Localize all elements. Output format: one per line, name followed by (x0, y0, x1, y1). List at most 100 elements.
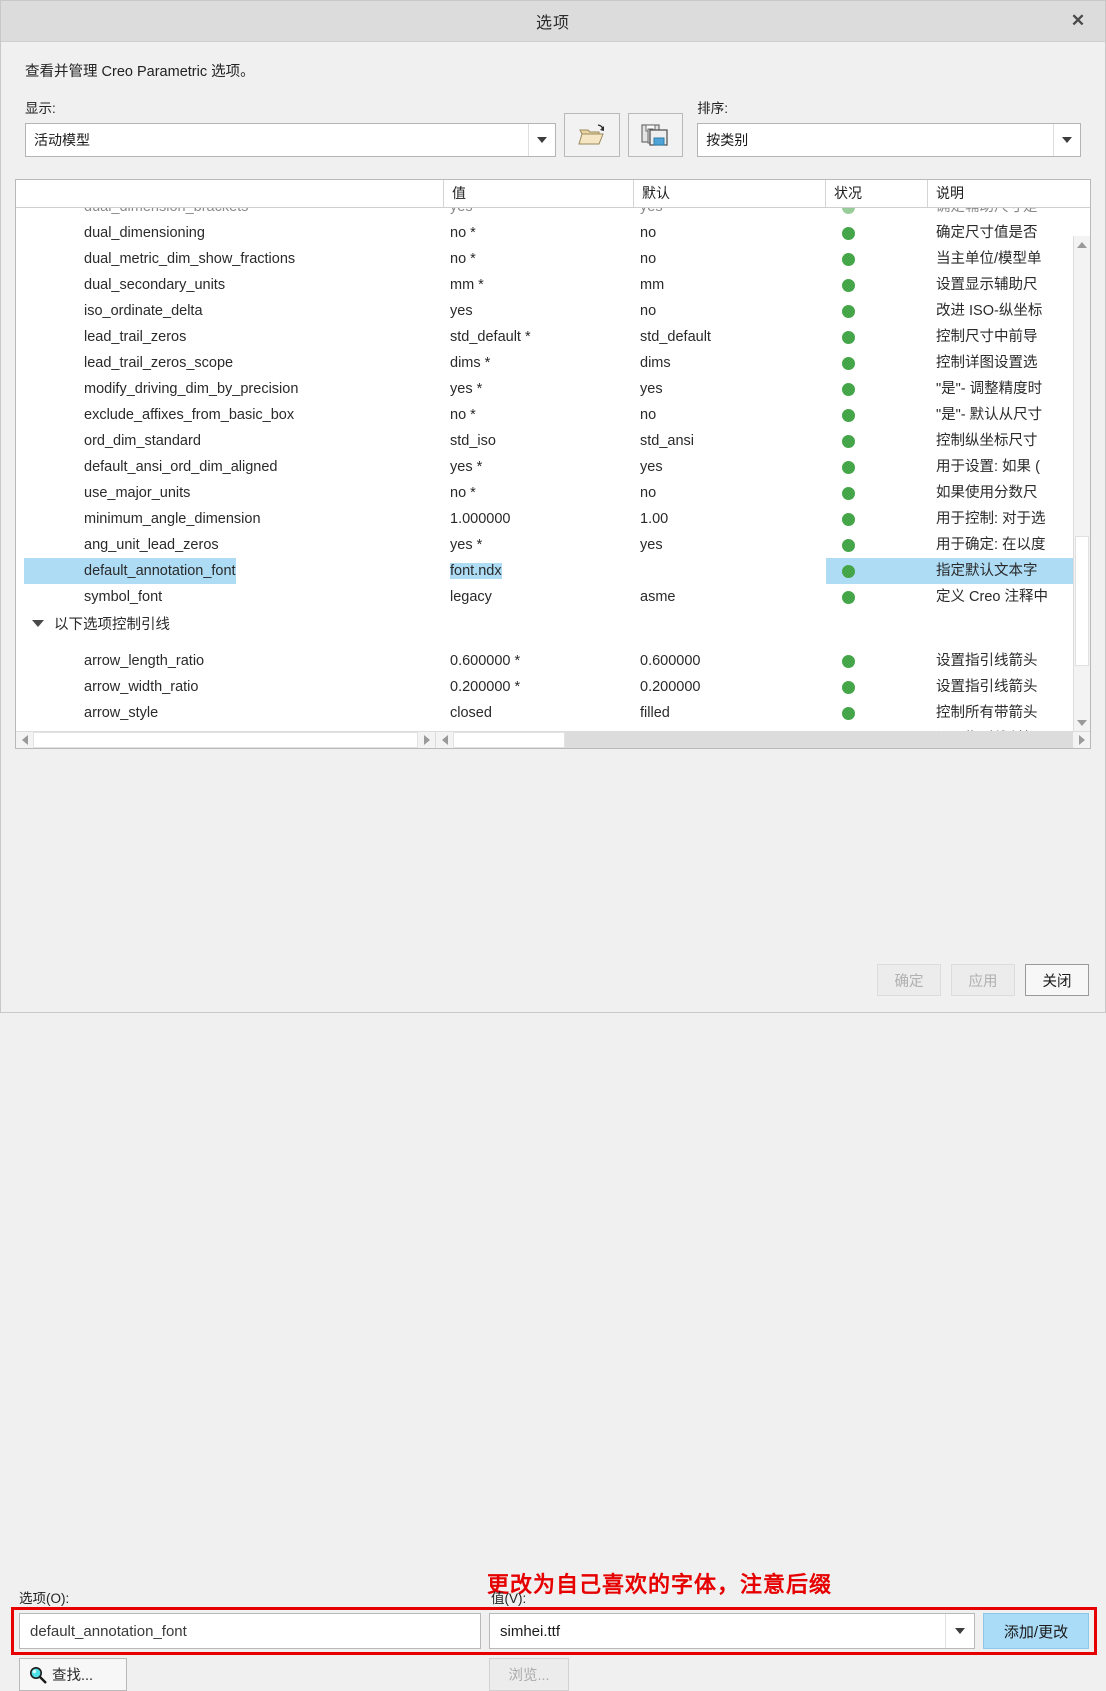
browse-button: 浏览... (489, 1658, 569, 1691)
save-floppy-icon[interactable] (627, 113, 684, 157)
column-header-status[interactable]: 状况 (826, 180, 928, 207)
h-track-left[interactable] (33, 732, 418, 748)
table-row[interactable]: arrow_length_ratio 0.600000 * 0.600000 设置指引… (16, 648, 1090, 674)
cell-description: 设置显示辅助尺 (936, 277, 1038, 293)
status-ok-icon (842, 538, 855, 552)
column-header-name[interactable] (16, 180, 444, 207)
cell-option-name: dual_dimensioning (84, 225, 205, 241)
cell-status (826, 350, 928, 376)
cell-value: std_iso (450, 433, 496, 449)
cell-default: std_default (640, 329, 711, 345)
cell-status (826, 324, 928, 350)
table-row[interactable]: dual_metric_dim_show_fractions no * no 当主单位… (16, 246, 1090, 272)
table-row[interactable]: default_ansi_ord_dim_aligned yes * yes 用于设置… (16, 454, 1090, 480)
options-table: 值 默认 状况 说明 dual_dimension_bracketsyesyes… (15, 179, 1091, 749)
sort-label: 排序: (697, 101, 729, 116)
cell-value: 0.200000 * (450, 679, 521, 695)
table-row[interactable]: arrow_style closed filled 控制所有带箭头 (16, 700, 1090, 726)
ok-button: 确定 (877, 964, 941, 996)
table-row[interactable]: dual_dimension_bracketsyesyes确定辅助尺寸是 (16, 208, 1090, 220)
cell-default: 0.200000 (640, 679, 701, 695)
horizontal-scrollbar-left[interactable] (16, 732, 436, 748)
horizontal-scrollbar-right[interactable] (436, 732, 1090, 748)
status-ok-icon (842, 356, 855, 370)
dialog-subtitle: 查看并管理 Creo Parametric 选项。 (25, 64, 255, 80)
cell-description: 用于设置: 如果 ( (936, 459, 1040, 475)
scroll-up-icon[interactable] (1074, 236, 1090, 253)
table-row[interactable]: dual_dimensioning no * no 确定尺寸值是否 (16, 220, 1090, 246)
table-row[interactable]: modify_driving_dim_by_precision yes * yes "… (16, 376, 1090, 402)
open-folder-icon[interactable] (563, 113, 620, 157)
cell-default: mm (640, 277, 665, 293)
filter-toolbar: 显示: 活动模型 排序: 按类别 (1, 95, 1105, 157)
add-change-button[interactable]: 添加/更改 (983, 1613, 1089, 1649)
find-button[interactable]: 查找... (19, 1658, 127, 1691)
table-row[interactable]: exclude_affixes_from_basic_box no * no "是"-… (16, 402, 1090, 428)
cell-value: mm * (450, 277, 484, 293)
save-floppy-glyph (641, 124, 669, 146)
value-dropdown[interactable]: simhei.ttf (489, 1613, 975, 1649)
cell-option-name: ang_unit_lead_zeros (84, 537, 219, 553)
close-icon[interactable]: ✕ (1051, 1, 1105, 40)
option-input[interactable]: default_annotation_font (19, 1613, 481, 1649)
value-label: 值(V): (491, 1591, 527, 1606)
cell-description: 确定尺寸值是否 (936, 225, 1038, 241)
cell-value: no * (450, 225, 476, 241)
scroll-right-icon[interactable] (1073, 732, 1090, 748)
status-ok-icon (842, 460, 855, 474)
cell-description: 定义 Creo 注释中 (936, 589, 1048, 605)
cell-description: "是"- 默认从尺寸 (936, 407, 1043, 423)
close-button[interactable]: 关闭 (1025, 964, 1089, 996)
table-row[interactable]: arrow_width_ratio 0.200000 * 0.200000 设置指引线… (16, 674, 1090, 700)
h-track-right[interactable] (453, 732, 1073, 748)
table-row[interactable]: ang_unit_lead_zeros yes * yes 用于确定: 在以度 (16, 532, 1090, 558)
vertical-scroll-thumb[interactable] (1075, 536, 1089, 666)
cell-option-name: modify_driving_dim_by_precision (84, 381, 299, 397)
column-header-description[interactable]: 说明 (928, 180, 1076, 207)
options-dialog: 选项 ✕ 查看并管理 Creo Parametric 选项。 显示: 活动模型 (0, 0, 1106, 1691)
sort-field-group: 排序: 按类别 (697, 97, 1082, 157)
h-thumb-right[interactable] (453, 732, 565, 748)
cell-option-name: dual_dimension_brackets (16, 208, 444, 220)
chevron-down-icon[interactable] (527, 124, 555, 156)
scroll-down-icon[interactable] (1074, 714, 1090, 731)
vertical-scrollbar[interactable] (1073, 236, 1090, 731)
triangle-down-icon[interactable] (32, 619, 44, 627)
group-header-row[interactable]: 以下选项控制引线 (16, 610, 1090, 636)
table-row[interactable]: use_major_units no * no 如果使用分数尺 (16, 480, 1090, 506)
cell-value: yes (450, 303, 473, 319)
cell-default: yes (640, 381, 663, 397)
editor-area: 更改为自己喜欢的字体，注意后缀 选项(O): 值(V): default_ann… (1, 755, 1105, 1691)
scroll-right-icon[interactable] (418, 732, 435, 748)
table-row[interactable]: dual_secondary_units mm * mm 设置显示辅助尺 (16, 272, 1090, 298)
cell-option-name: ord_dim_standard (84, 433, 201, 449)
cell-default: filled (640, 705, 670, 721)
cell-status (826, 480, 928, 506)
table-row[interactable]: default_annotation_font font.ndx 指定默认文本字 (16, 558, 1090, 584)
chevron-down-icon[interactable] (945, 1614, 974, 1648)
scroll-left-icon[interactable] (16, 732, 33, 748)
cell-value: yes * (450, 537, 483, 553)
table-row[interactable]: lead_trail_zeros std_default * std_default… (16, 324, 1090, 350)
status-ok-icon (842, 590, 855, 604)
table-row[interactable]: minimum_angle_dimension 1.000000 1.00 用于控制:… (16, 506, 1090, 532)
value-input[interactable]: simhei.ttf (490, 1623, 945, 1640)
table-row[interactable]: ord_dim_standard std_iso std_ansi 控制纵坐标尺寸 (16, 428, 1090, 454)
cell-option-name: dual_metric_dim_show_fractions (84, 251, 296, 267)
chevron-down-icon[interactable] (1053, 124, 1081, 156)
open-folder-glyph (578, 124, 604, 145)
cell-default (634, 558, 826, 584)
status-ok-icon (842, 208, 855, 214)
column-header-value[interactable]: 值 (444, 180, 634, 207)
table-row[interactable]: symbol_font legacy asme 定义 Creo 注释中 (16, 584, 1090, 610)
table-row[interactable]: lead_trail_zeros_scope dims * dims 控制详图设置选 (16, 350, 1090, 376)
cell-value: no * (450, 407, 476, 423)
cell-option-name: lead_trail_zeros (84, 329, 187, 345)
column-header-default[interactable]: 默认 (634, 180, 826, 207)
scroll-left-icon[interactable] (436, 732, 453, 748)
display-dropdown[interactable]: 活动模型 (25, 123, 556, 157)
h-thumb-left[interactable] (33, 732, 418, 748)
table-row[interactable]: iso_ordinate_delta yes no 改进 ISO-纵坐标 (16, 298, 1090, 324)
sort-dropdown[interactable]: 按类别 (697, 123, 1082, 157)
